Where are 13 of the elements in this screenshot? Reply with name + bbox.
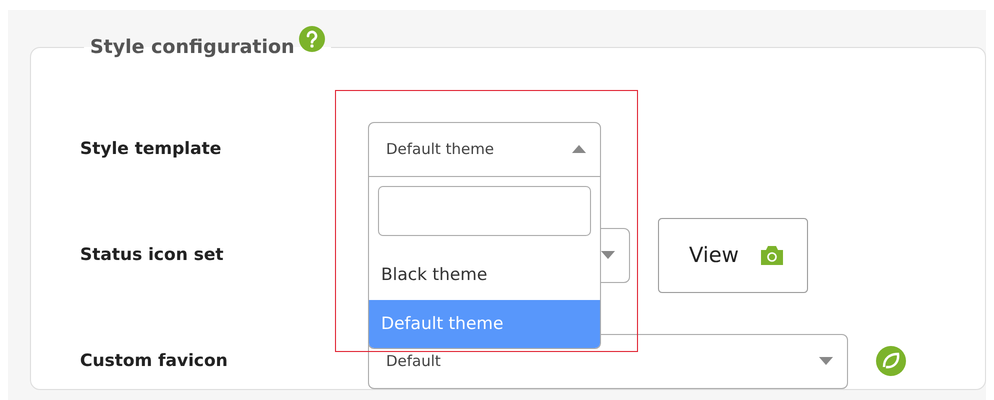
dropdown-option[interactable]: Black theme	[369, 250, 600, 300]
field-label: Style template	[80, 139, 222, 159]
search-field[interactable]	[378, 186, 591, 236]
field-label: Custom favicon	[80, 351, 229, 371]
camera-icon	[760, 245, 783, 265]
leaf-icon[interactable]	[876, 346, 906, 376]
field-label: Status icon set	[80, 245, 224, 265]
caret-down-icon	[601, 251, 615, 259]
section-title: Style configuration	[90, 37, 295, 58]
view-button[interactable]: View	[658, 218, 808, 292]
caret-up-icon	[572, 145, 586, 153]
caret-down-icon	[819, 357, 833, 365]
select-field[interactable]: Default theme	[368, 122, 601, 176]
